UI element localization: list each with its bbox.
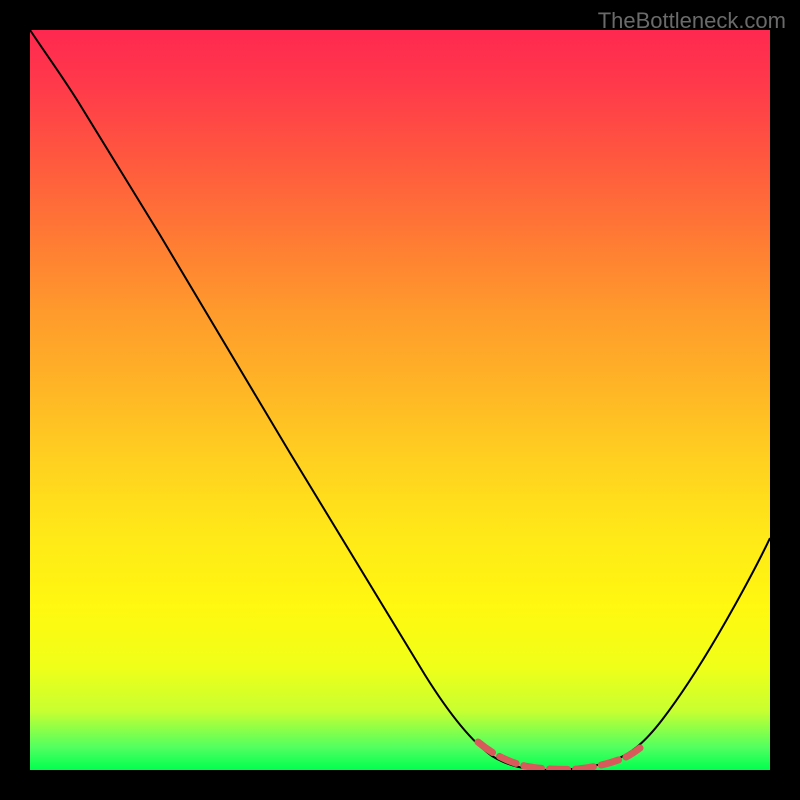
watermark-text: TheBottleneck.com [598, 8, 786, 34]
chart-plot-area [30, 30, 770, 770]
bottleneck-curve-line [30, 30, 770, 770]
chart-svg [30, 30, 770, 770]
optimal-range-highlight [478, 742, 640, 769]
